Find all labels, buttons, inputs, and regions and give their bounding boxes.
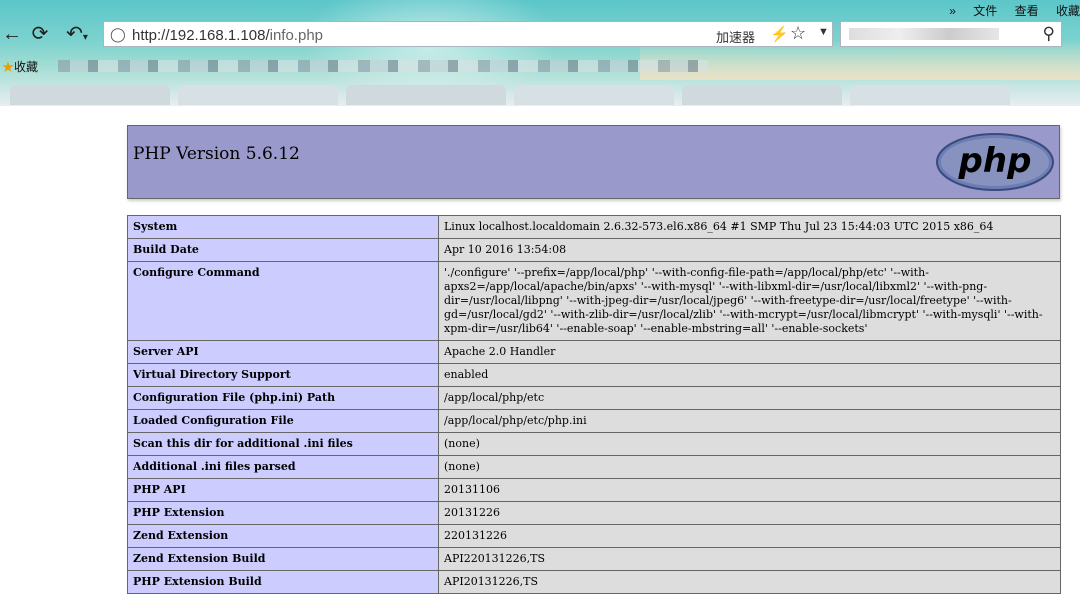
top-menu: » 文件 查看 收藏 bbox=[935, 2, 1080, 20]
star-icon[interactable]: ☆ bbox=[790, 23, 806, 44]
row-key: Loaded Configuration File bbox=[127, 409, 439, 433]
row-value: Apr 10 2016 13:54:08 bbox=[438, 238, 1061, 262]
table-row: Server API Apache 2.0 Handler bbox=[127, 340, 1061, 364]
row-value: /app/local/php/etc bbox=[438, 386, 1061, 410]
page-title: PHP Version 5.6.12 bbox=[133, 144, 300, 164]
row-key: Server API bbox=[127, 340, 439, 364]
row-value: 20131226 bbox=[438, 501, 1061, 525]
tab[interactable] bbox=[514, 85, 674, 105]
star-icon: ★ bbox=[2, 60, 15, 74]
row-key: Zend Extension bbox=[127, 524, 439, 548]
lightning-icon[interactable]: ⚡ bbox=[770, 25, 789, 43]
bookmark-items-blurred[interactable] bbox=[58, 60, 708, 72]
bookmarks-bar: ★收藏 bbox=[0, 56, 1080, 76]
table-row: Configuration File (php.ini) Path/app/lo… bbox=[127, 386, 1061, 410]
table-row: PHP Extension Build API20131226,TS bbox=[127, 570, 1061, 594]
table-row: Virtual Directory Support enabled bbox=[127, 363, 1061, 387]
accelerator-button[interactable]: 加速器 bbox=[716, 27, 755, 46]
undo-button[interactable]: ↶▾ bbox=[60, 22, 94, 46]
table-row: Build Date Apr 10 2016 13:54:08 bbox=[127, 238, 1061, 262]
browser-chrome: » 文件 查看 收藏 ← ⟳ ↶▾ ◯ http://192.168.1.108… bbox=[0, 0, 1080, 106]
row-key: Zend Extension Build bbox=[127, 547, 439, 571]
refresh-icon: ⟳ bbox=[31, 23, 49, 45]
row-value: 20131106 bbox=[438, 478, 1061, 502]
row-key: Virtual Directory Support bbox=[127, 363, 439, 387]
php-logo-text: php bbox=[958, 141, 1032, 181]
row-value: (none) bbox=[438, 455, 1061, 479]
row-value: /app/local/php/etc/php.ini bbox=[438, 409, 1061, 433]
row-value: 220131226 bbox=[438, 524, 1061, 548]
favorites-button[interactable]: ★收藏 bbox=[2, 58, 38, 75]
row-key: PHP API bbox=[127, 478, 439, 502]
shield-icon: ◯ bbox=[110, 26, 126, 42]
row-key: Build Date bbox=[127, 238, 439, 262]
table-row: Zend Extension Build API220131226,TS bbox=[127, 547, 1061, 571]
address-bar[interactable]: ◯ http://192.168.1.108/info.php 加速器 ⚡ ☆ … bbox=[103, 21, 833, 47]
table-row: PHP Extension 20131226 bbox=[127, 501, 1061, 525]
search-box[interactable]: ⚲ bbox=[840, 21, 1062, 47]
url-text[interactable]: http://192.168.1.108/info.php bbox=[132, 27, 323, 44]
row-value: Linux localhost.localdomain 2.6.32-573.e… bbox=[438, 215, 1061, 239]
row-value: API20131226,TS bbox=[438, 570, 1061, 594]
row-value: Apache 2.0 Handler bbox=[438, 340, 1061, 364]
tab[interactable] bbox=[178, 85, 338, 105]
row-key: Configure Command bbox=[127, 261, 439, 341]
table-row: Additional .ini files parsed (none) bbox=[127, 455, 1061, 479]
tab-strip bbox=[0, 82, 1080, 106]
back-button[interactable]: ← bbox=[0, 22, 24, 46]
row-key: PHP Extension Build bbox=[127, 570, 439, 594]
php-logo: php bbox=[936, 133, 1054, 191]
chevron-down-icon: ▾ bbox=[82, 32, 88, 43]
refresh-button[interactable]: ⟳ bbox=[28, 22, 52, 46]
table-row: System Linux localhost.localdomain 2.6.32… bbox=[127, 215, 1061, 239]
more-menu-button[interactable]: » bbox=[949, 4, 956, 18]
row-key: Configuration File (php.ini) Path bbox=[127, 386, 439, 410]
tab[interactable] bbox=[850, 85, 1010, 105]
row-value: (none) bbox=[438, 432, 1061, 456]
table-row: PHP API 20131106 bbox=[127, 478, 1061, 502]
row-value: './configure' '--prefix=/app/local/php' … bbox=[438, 261, 1061, 341]
row-key: Additional .ini files parsed bbox=[127, 455, 439, 479]
table-row: Scan this dir for additional .ini files(… bbox=[127, 432, 1061, 456]
row-key: PHP Extension bbox=[127, 501, 439, 525]
phpinfo-table: System Linux localhost.localdomain 2.6.32… bbox=[127, 215, 1061, 594]
table-row: Zend Extension 220131226 bbox=[127, 524, 1061, 548]
url-path: info.php bbox=[269, 27, 324, 44]
menu-file[interactable]: 文件 bbox=[973, 4, 997, 18]
row-value: enabled bbox=[438, 363, 1061, 387]
search-input-blurred[interactable] bbox=[849, 28, 999, 40]
undo-icon: ↶ bbox=[66, 23, 83, 45]
row-key: Scan this dir for additional .ini files bbox=[127, 432, 439, 456]
chevron-down-icon[interactable]: ▼ bbox=[818, 26, 829, 38]
search-icon[interactable]: ⚲ bbox=[1043, 24, 1055, 44]
table-row: Loaded Configuration File/app/local/php/… bbox=[127, 409, 1061, 433]
row-value: API220131226,TS bbox=[438, 547, 1061, 571]
table-row: Configure Command './configure' '--prefix… bbox=[127, 261, 1061, 341]
url-host: http://192.168.1.108/ bbox=[132, 27, 270, 44]
tab[interactable] bbox=[10, 85, 170, 105]
row-key: System bbox=[127, 215, 439, 239]
tab[interactable] bbox=[682, 85, 842, 105]
menu-view[interactable]: 查看 bbox=[1015, 4, 1039, 18]
tab[interactable] bbox=[346, 85, 506, 105]
page-content: PHP Version 5.6.12 php System Linux local… bbox=[0, 106, 1080, 600]
back-arrow-icon: ← bbox=[2, 23, 22, 45]
menu-favorites[interactable]: 收藏 bbox=[1056, 4, 1080, 18]
phpinfo-header: PHP Version 5.6.12 php bbox=[127, 125, 1060, 199]
